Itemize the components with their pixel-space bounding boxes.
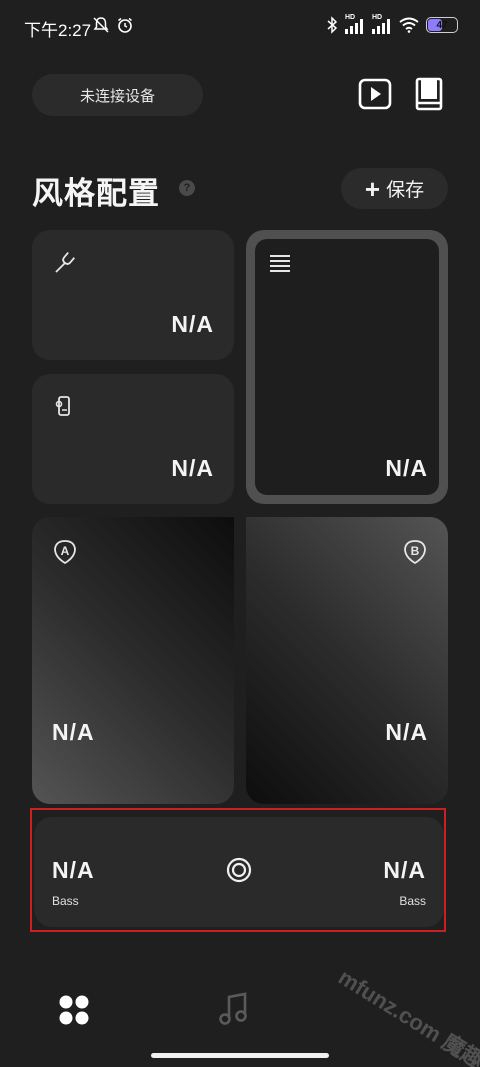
- music-note-icon[interactable]: [218, 992, 250, 1026]
- signal-hd-1: HD: [345, 14, 365, 34]
- page-title: 风格配置: [32, 176, 160, 211]
- save-label: 保存: [386, 180, 425, 201]
- status-time: 下午2:27: [24, 21, 92, 40]
- preset-b-value: N/A: [385, 719, 428, 745]
- four-dots-icon[interactable]: [58, 994, 90, 1026]
- bluetooth-icon: [327, 16, 338, 34]
- preset-a-value: N/A: [52, 719, 95, 745]
- status-right-icons: HD HD 47: [326, 14, 458, 34]
- device-connection-button[interactable]: 未连接设备: [32, 74, 203, 116]
- help-glyph: ?: [183, 182, 191, 194]
- bass-card[interactable]: N/A Bass N/A Bass: [34, 817, 444, 927]
- equalizer-value: N/A: [385, 455, 428, 481]
- plus-icon: +: [364, 173, 381, 204]
- tuning-card[interactable]: N/A: [32, 230, 234, 360]
- home-indicator[interactable]: [151, 1053, 329, 1058]
- tuning-fork-icon: [55, 252, 75, 273]
- play-video-icon[interactable]: [358, 76, 392, 112]
- alarm-clock-icon: [118, 17, 132, 33]
- preset-b-card[interactable]: B N/A: [246, 517, 448, 804]
- status-left-icons: [92, 16, 134, 34]
- badge-a-letter: A: [60, 544, 70, 558]
- equalizer-lines-icon: [270, 255, 290, 272]
- bass-left-label: Bass: [52, 894, 79, 908]
- bass-right-value: N/A: [383, 857, 426, 883]
- manual-book-icon[interactable]: [412, 76, 446, 112]
- target-circle-icon[interactable]: [226, 857, 252, 883]
- hd-label: HD: [372, 14, 383, 21]
- equalizer-card-inner: N/A: [255, 239, 439, 495]
- wifi-icon: [399, 17, 419, 33]
- pickup-icon: [55, 396, 70, 416]
- pickup-value: N/A: [171, 455, 214, 481]
- equalizer-card[interactable]: N/A: [246, 230, 448, 504]
- battery-level: 47: [436, 19, 448, 31]
- save-button[interactable]: + 保存: [341, 168, 448, 209]
- signal-hd-2: HD: [372, 14, 392, 34]
- bass-right-label: Bass: [399, 894, 426, 908]
- tuning-value: N/A: [171, 311, 214, 337]
- status-bar: 下午2:27 HD HD 47: [0, 0, 480, 56]
- bass-left-value: N/A: [52, 857, 95, 883]
- battery-icon: 47: [426, 17, 458, 33]
- pickup-card[interactable]: N/A: [32, 374, 234, 504]
- muted-bell-icon: [93, 17, 109, 33]
- badge-a-icon: A: [52, 539, 78, 565]
- badge-b-letter: B: [410, 544, 420, 558]
- help-icon[interactable]: ?: [179, 180, 195, 196]
- preset-a-card[interactable]: A N/A: [32, 517, 234, 804]
- device-status-label: 未连接设备: [79, 87, 155, 105]
- hd-label: HD: [345, 14, 356, 21]
- badge-b-icon: B: [402, 539, 428, 565]
